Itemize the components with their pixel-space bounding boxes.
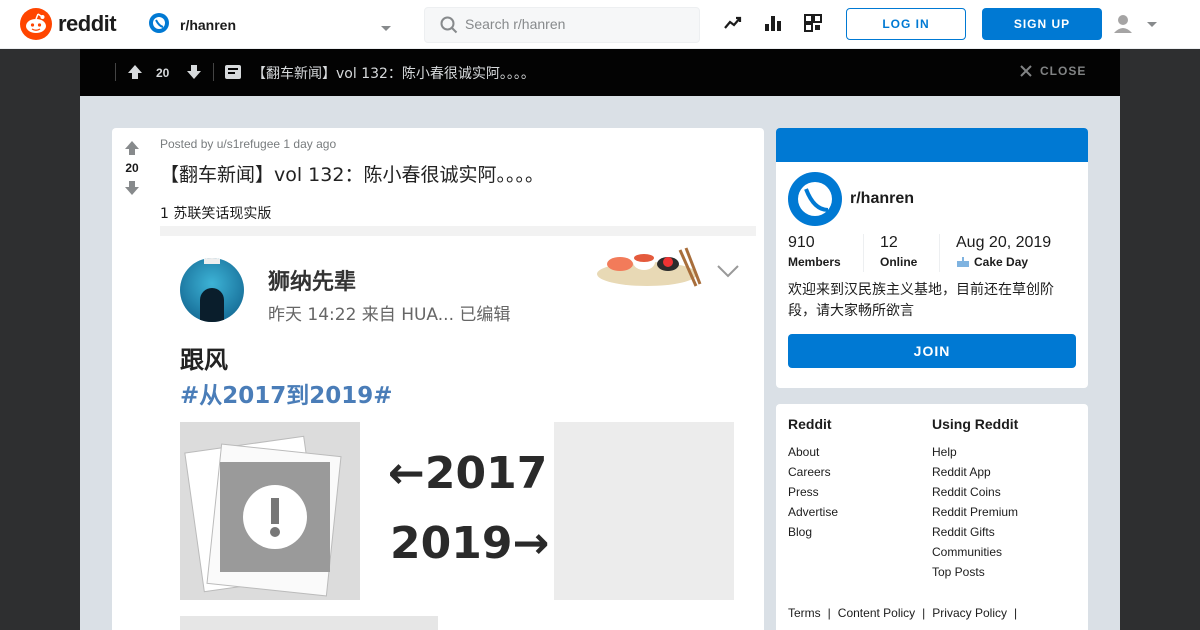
post-image[interactable]: 狮纳先辈 昨天 14:22 来自 HUA... 已编辑 跟风 #从2017到20… [160, 226, 756, 630]
trending-icon[interactable] [724, 14, 742, 37]
chevron-down-icon [1147, 22, 1157, 27]
footer-link-reddit-gifts[interactable]: Reddit Gifts [932, 522, 1018, 542]
chevron-down-icon [380, 20, 392, 38]
weibo-hashtag: #从2017到2019# [180, 383, 393, 409]
search-input[interactable] [465, 16, 685, 32]
image-placeholder-right [554, 422, 734, 600]
divider [863, 234, 864, 272]
community-selector[interactable]: r/hanren [148, 12, 398, 39]
reddit-logo[interactable]: reddit [20, 8, 117, 40]
footer-link-communities[interactable]: Communities [932, 542, 1018, 562]
user-icon [1114, 15, 1132, 33]
post-bar-title: 【翻车新闻】vol 132：陈小春很诚实阿。。。。 [252, 66, 535, 82]
post-title: 【翻车新闻】vol 132：陈小春很诚实阿。。。。 [160, 164, 544, 186]
avatar-ears [204, 258, 220, 264]
footer-link-reddit-app[interactable]: Reddit App [932, 462, 1018, 482]
post-body-text: 1 苏联笑话现实版 [160, 206, 272, 222]
footer-link-advertise[interactable]: Advertise [788, 502, 838, 522]
community-banner [776, 128, 1088, 162]
top-header: reddit r/hanren LOG IN SIGN UP [0, 0, 1200, 49]
divider [939, 234, 940, 272]
community-card: r/hanren 910 Members 12 Online Aug 20, 2… [776, 128, 1088, 388]
using-reddit-links-column: Using Reddit Help Reddit App Reddit Coin… [932, 416, 1018, 582]
separator: | [827, 606, 831, 620]
footer-link-careers[interactable]: Careers [788, 462, 838, 482]
chevron-down-icon [716, 264, 740, 283]
cake-icon [957, 257, 969, 267]
post-top-bar: 20 【翻车新闻】vol 132：陈小春很诚实阿。。。。 CLOSE [80, 49, 1120, 96]
footer-link-help[interactable]: Help [932, 442, 1018, 462]
year-label-2017: ←2017 [388, 448, 548, 499]
weibo-post-text: 跟风 [180, 346, 228, 374]
policy-link-privacy[interactable]: Privacy Policy [932, 606, 1007, 620]
downvote-icon[interactable] [124, 180, 140, 201]
footer-link-press[interactable]: Press [788, 482, 838, 502]
close-icon [1020, 65, 1032, 77]
signup-button[interactable]: SIGN UP [982, 8, 1102, 40]
footer-link-about[interactable]: About [788, 442, 838, 462]
cake-day-row: Cake Day [956, 255, 1051, 269]
upvote-icon[interactable] [127, 64, 143, 85]
online-label: Online [880, 255, 918, 269]
user-menu[interactable] [1112, 12, 1162, 36]
weibo-timestamp: 昨天 14:22 来自 HUA... 已编辑 [268, 305, 511, 325]
community-name: r/hanren [180, 17, 237, 33]
community-avatar-icon[interactable] [788, 172, 842, 226]
community-icon [148, 12, 170, 39]
post-score: 20 [156, 66, 170, 80]
community-stats: 910 Members 12 Online Aug 20, 2019 Cake … [788, 234, 1078, 274]
policy-link-content[interactable]: Content Policy [838, 606, 915, 620]
upvote-icon[interactable] [124, 140, 140, 161]
avatar [180, 258, 244, 322]
footer-link-top-posts[interactable]: Top Posts [932, 562, 1018, 582]
close-button[interactable]: CLOSE [1020, 64, 1086, 78]
policy-link-terms[interactable]: Terms [788, 606, 821, 620]
members-stat: 910 Members [788, 234, 841, 269]
search-icon [440, 16, 458, 34]
image-placeholder-left [180, 422, 360, 600]
downvote-icon[interactable] [186, 64, 202, 85]
cake-day-label: Cake Day [974, 255, 1029, 269]
login-button[interactable]: LOG IN [846, 8, 966, 40]
join-button[interactable]: JOIN [788, 334, 1076, 368]
online-count: 12 [880, 234, 898, 251]
avatar-figure [200, 288, 224, 322]
logo-text: reddit [58, 11, 117, 36]
divider [213, 63, 214, 81]
community-title[interactable]: r/hanren [850, 190, 914, 208]
sushi-decoration-icon [592, 240, 702, 290]
post-icon [224, 64, 242, 85]
weibo-username: 狮纳先辈 [268, 270, 357, 295]
footer-links-card: Reddit About Careers Press Advertise Blo… [776, 404, 1088, 630]
stats-icon[interactable] [764, 14, 782, 37]
weibo-screenshot: 狮纳先辈 昨天 14:22 来自 HUA... 已编辑 跟风 #从2017到20… [160, 236, 756, 630]
separator: | [922, 606, 926, 620]
post-meta[interactable]: Posted by u/s1refugee 1 day ago [160, 137, 336, 151]
members-label: Members [788, 255, 841, 269]
reddit-logo-icon [20, 8, 52, 40]
divider [115, 63, 116, 81]
post-score: 20 [125, 161, 139, 175]
members-count: 910 [788, 234, 815, 251]
footer-link-reddit-premium[interactable]: Reddit Premium [932, 502, 1018, 522]
coins-icon[interactable] [804, 14, 822, 37]
column-title: Using Reddit [932, 416, 1019, 432]
column-title: Reddit [788, 416, 832, 432]
policy-links: Terms | Content Policy | Privacy Policy … [788, 606, 1017, 620]
post-card: 20 Posted by u/s1refugee 1 day ago 【翻车新闻… [112, 128, 764, 630]
separator: | [1013, 606, 1018, 620]
close-label: CLOSE [1040, 64, 1087, 78]
cake-day-date: Aug 20, 2019 [956, 234, 1052, 251]
community-description: 欢迎来到汉民族主义基地，目前还在草创阶段，请大家畅所欲言 [788, 282, 1054, 319]
year-label-2019: 2019→ [390, 518, 550, 569]
online-stat: 12 Online [880, 234, 917, 269]
search-box[interactable] [424, 7, 700, 43]
cake-day-stat: Aug 20, 2019 Cake Day [956, 234, 1051, 269]
image-placeholder-bottom [180, 616, 438, 630]
footer-link-reddit-coins[interactable]: Reddit Coins [932, 482, 1018, 502]
footer-link-blog[interactable]: Blog [788, 522, 838, 542]
reddit-links-column: Reddit About Careers Press Advertise Blo… [788, 416, 838, 542]
